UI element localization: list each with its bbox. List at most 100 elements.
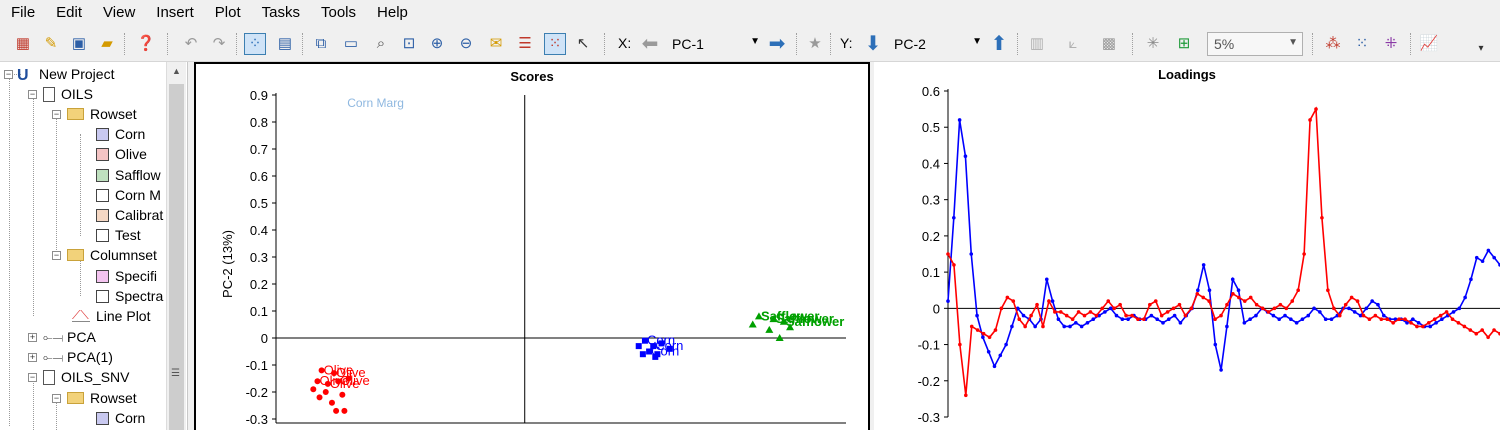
open-icon[interactable]: ▰ [96,33,118,55]
loadings-point [1294,321,1299,325]
chevron-down-icon: ▼ [972,36,982,47]
window-icon[interactable]: ▭ [340,33,362,55]
tree-scrollbar[interactable]: ▲ ☰ [166,62,186,430]
identify-icon[interactable]: ⌕ [370,33,392,55]
scores-point-label: Safflower [786,314,845,329]
tree-node-oils-snv[interactable]: − OILS_SNV [28,367,129,387]
x-axis-select[interactable]: PC-1 ▼ [666,32,764,56]
note-icon[interactable]: ✉ [485,33,507,55]
tree-node-corn-marg[interactable]: Corn M [96,185,161,205]
tree-node-oils[interactable]: − OILS [28,84,93,104]
loadings-point [1035,302,1039,307]
loadings-chart[interactable]: 0.6 0.5 0.4 0.3 0.2 0.1 0 -0.1 -0.2 -0.3 [874,62,1500,430]
tree-node-test[interactable]: Test [96,225,141,245]
zoom-in-icon[interactable]: ⊕ [426,33,448,55]
y-axis-select[interactable]: PC-2 ▼ [888,32,986,56]
scatter-icon[interactable]: ⁜ [1380,33,1402,55]
tree-node-safflower[interactable]: Safflow [96,165,161,185]
loadings-point [1088,310,1093,314]
zoom-box-icon[interactable]: ⊡ [398,33,420,55]
select-box-icon[interactable]: ⁙ [544,33,566,55]
collapse-icon[interactable]: − [4,69,13,79]
arrow-up-icon[interactable]: ⬆ [988,33,1010,55]
tree-node-olive[interactable]: Olive [96,144,147,164]
star-icon[interactable]: ★ [804,33,826,55]
menu-insert[interactable]: Insert [145,0,204,26]
loadings-point [1201,263,1206,267]
group-icon[interactable]: ⁙ [1351,33,1373,55]
collapse-icon[interactable]: − [52,393,61,403]
expand-icon[interactable]: + [28,352,37,362]
class-swatch-icon [96,127,109,141]
tree-node-pca-1[interactable]: + ⟜⟞ PCA(1) [28,347,113,367]
loadings-point [952,215,956,220]
tree-label: Corn [115,126,146,142]
loadings-point [1337,313,1342,318]
copy-icon[interactable]: ⧉ [310,33,332,55]
tree-node-corn-2[interactable]: Corn [96,408,145,428]
loadings-point [1136,317,1140,321]
undo-icon[interactable]: ↶ [180,33,202,55]
menu-tools[interactable]: Tools [310,0,366,26]
edit-icon[interactable]: ✎ [40,33,62,55]
scores-point-label: Corn [651,344,679,359]
tree-node-line-plot[interactable]: ⟋⟍ Line Plot [72,306,150,326]
loadings-point [1272,306,1277,311]
scatter-view-icon[interactable]: ⁘ [244,33,266,55]
loadings-point [1074,321,1078,325]
loadings-point [1373,313,1378,318]
legend-icon[interactable]: ☰ [514,33,536,55]
expand-icon[interactable]: + [28,332,37,342]
zoom-out-icon[interactable]: ⊖ [455,33,477,55]
loadings-point [1118,302,1122,307]
class-swatch-icon [96,208,109,222]
table-view-icon[interactable]: ▤ [274,33,296,55]
tree-node-spectra[interactable]: Spectra [96,286,163,306]
pointer-icon[interactable]: ↖ [572,33,594,55]
save-icon[interactable]: ▣ [68,33,90,55]
new-plot-icon[interactable]: ▦ [12,33,34,55]
folder-icon [67,392,84,404]
menu-file[interactable]: File [0,0,45,26]
collapse-icon[interactable]: − [28,372,37,382]
tree-node-rowset-2[interactable]: − Rowset [52,388,137,408]
collapse-icon[interactable]: − [52,250,61,260]
scores-chart[interactable]: PC-2 (13%) 0.9 0.8 0.7 0.6 0.5 0.4 0.3 0.2 0.1 0 -… [196,64,868,430]
loadings-point [1440,317,1444,321]
loadings-point [1266,310,1271,314]
crosshair-icon[interactable]: ✳ [1142,33,1164,55]
tree-label: Specifi [115,268,158,284]
tree-node-rowset[interactable]: − Rowset [52,104,137,124]
collapse-icon[interactable]: − [52,109,61,119]
arrow-right-icon[interactable]: ➡ [766,33,788,55]
fill-icon[interactable]: ▩ [1098,33,1120,55]
menu-view[interactable]: View [92,0,145,26]
axes-icon[interactable]: ⟀ [1062,33,1084,55]
menu-plot[interactable]: Plot [204,0,251,26]
menu-edit[interactable]: Edit [45,0,92,26]
scores-y-tick-label: 0.2 [250,277,268,292]
scroll-up-icon[interactable]: ▲ [172,66,181,76]
help-icon[interactable]: ❓ [135,33,157,55]
percent-select[interactable]: 5% ▼ [1207,32,1303,56]
tree-node-corn[interactable]: Corn [96,124,145,144]
menu-help[interactable]: Help [366,0,418,26]
tree-node-calibration[interactable]: Calibrat [96,205,163,225]
cluster-icon[interactable]: ⁂ [1322,33,1344,55]
ellipse-icon[interactable]: ⊞ [1173,33,1195,55]
menu-tasks[interactable]: Tasks [251,0,310,26]
tree-node-columnset[interactable]: − Columnset [52,245,157,265]
redo-icon[interactable]: ↷ [208,33,230,55]
tree-node-specific[interactable]: Specifi [96,266,157,286]
tree-node-project[interactable]: − U New Project [4,64,114,84]
scores-plot-pane[interactable]: Scores PC-2 (13%) 0.9 0.8 0.7 0.6 0.5 0.4 0.3 0… [194,62,870,430]
bars-icon[interactable]: ▥ [1026,33,1048,55]
loadings-plot-pane[interactable]: Loadings 0.6 0.5 0.4 0.3 0.2 0.1 0 -0.1 -0.2 -0.3 [874,62,1500,430]
arrow-down-icon[interactable]: ⬇ [862,33,884,55]
arrow-left-icon[interactable]: ⬅ [639,33,661,55]
class-swatch-icon [96,269,109,283]
toolbar-overflow-icon[interactable]: ▾ [1470,38,1492,60]
line-chart-icon[interactable]: 📈 [1418,33,1440,55]
collapse-icon[interactable]: − [28,89,37,99]
tree-node-pca[interactable]: + ⟜⟞ PCA [28,327,96,347]
